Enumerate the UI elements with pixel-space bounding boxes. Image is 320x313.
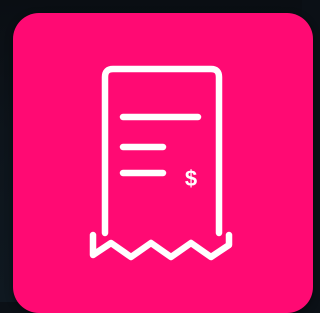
- dollar-sign-icon: $: [185, 166, 197, 191]
- app-icon-tile[interactable]: $: [13, 13, 313, 313]
- receipt-icon: $: [13, 13, 313, 313]
